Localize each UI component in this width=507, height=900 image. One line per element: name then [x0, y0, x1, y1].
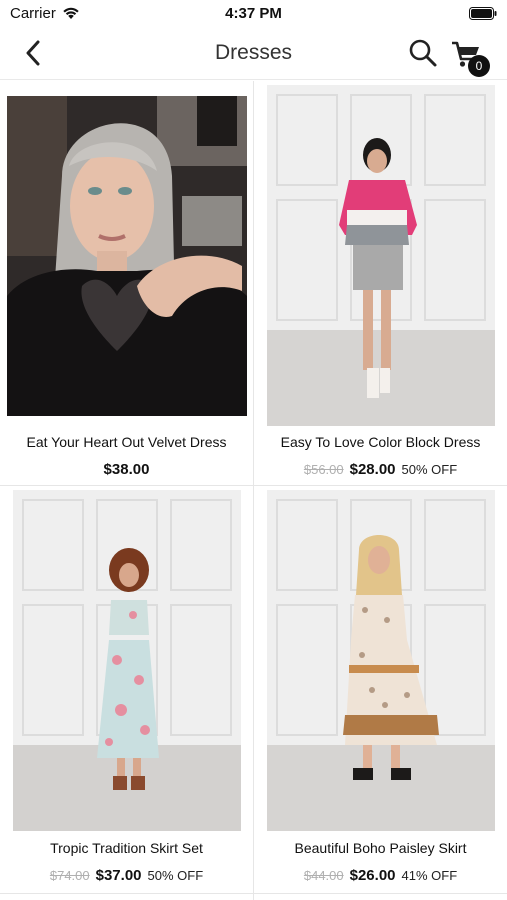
discount-label: 41% OFF — [401, 868, 458, 883]
grid-divider-horizontal — [0, 893, 507, 894]
product-card[interactable]: Tropic Tradition Skirt Set $74.00 $37.00 5… — [0, 486, 253, 893]
price-current: $38.00 — [103, 461, 150, 478]
product-title: Tropic Tradition Skirt Set — [50, 840, 203, 856]
search-icon — [409, 39, 437, 67]
price-original: $74.00 — [49, 868, 90, 883]
search-button[interactable] — [406, 37, 440, 69]
price-current: $37.00 — [95, 867, 142, 884]
status-time: 4:37 PM — [225, 5, 282, 22]
product-grid: Eat Your Heart Out Velvet Dress $38.00 E… — [0, 81, 507, 900]
price-row: $44.00 $26.00 41% OFF — [254, 867, 507, 884]
discount-label: 50% OFF — [147, 868, 204, 883]
model-photo — [267, 490, 495, 831]
product-image — [13, 490, 241, 831]
price-current: $28.00 — [349, 461, 396, 478]
price-row: $56.00 $28.00 50% OFF — [254, 461, 507, 478]
product-card[interactable]: Beautiful Boho Paisley Skirt $44.00 $26.0… — [254, 486, 507, 893]
model-photo — [13, 490, 241, 831]
product-image — [7, 96, 247, 416]
portrait-photo — [7, 96, 247, 416]
product-card[interactable]: Eat Your Heart Out Velvet Dress $38.00 — [0, 81, 253, 485]
price-original: $56.00 — [303, 462, 344, 477]
product-title: Easy To Love Color Block Dress — [280, 434, 481, 450]
price-original: $44.00 — [303, 868, 344, 883]
price-current: $26.00 — [349, 867, 396, 884]
nav-bar: Dresses 0 — [0, 28, 507, 80]
discount-label: 50% OFF — [401, 462, 458, 477]
product-image — [267, 85, 495, 426]
model-photo — [267, 85, 495, 426]
price-row: $74.00 $37.00 50% OFF — [0, 867, 253, 884]
product-image — [267, 490, 495, 831]
price-row: $38.00 — [0, 461, 253, 478]
product-title: Eat Your Heart Out Velvet Dress — [26, 434, 227, 450]
battery-icon — [469, 7, 497, 20]
product-card[interactable]: Easy To Love Color Block Dress $56.00 $28… — [254, 81, 507, 485]
cart-count-badge: 0 — [468, 55, 490, 77]
product-title: Beautiful Boho Paisley Skirt — [294, 840, 467, 856]
status-bar: Carrier 4:37 PM — [0, 0, 507, 28]
